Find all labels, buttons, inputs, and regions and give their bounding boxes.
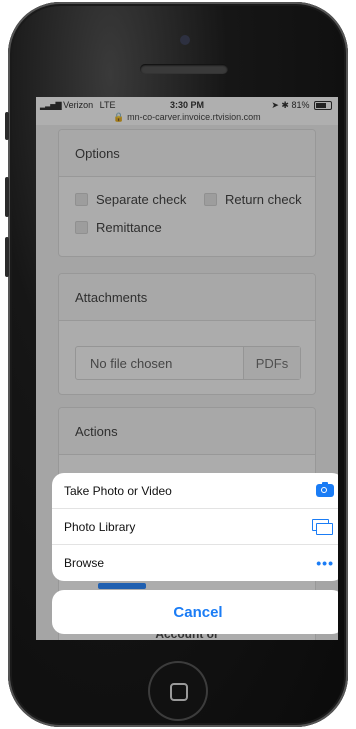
photo-library-option[interactable]: Photo Library <box>52 509 338 545</box>
volume-down-button <box>5 237 9 277</box>
phone-frame: ▂▃▅▇ Verizon LTE 3:30 PM ➤ ✱ 81% 🔒 mn-co… <box>5 2 348 727</box>
camera-icon <box>316 482 334 497</box>
cancel-button[interactable]: Cancel <box>52 590 338 634</box>
photo-library-label: Photo Library <box>64 519 136 534</box>
blue-button-peek <box>98 583 146 589</box>
browse-option[interactable]: Browse ••• <box>52 545 338 581</box>
home-button[interactable] <box>148 661 208 721</box>
photo-library-icon <box>312 518 334 535</box>
browse-label: Browse <box>64 556 105 570</box>
front-camera <box>180 35 190 45</box>
take-photo-label: Take Photo or Video <box>64 483 172 498</box>
action-sheet: Take Photo or Video Photo Library Browse… <box>52 473 338 581</box>
more-icon: ••• <box>316 555 334 571</box>
take-photo-option[interactable]: Take Photo or Video <box>52 473 338 509</box>
home-square-icon <box>170 683 188 701</box>
earpiece-speaker <box>140 64 228 74</box>
screen: ▂▃▅▇ Verizon LTE 3:30 PM ➤ ✱ 81% 🔒 mn-co… <box>36 97 338 640</box>
mute-switch <box>5 112 9 140</box>
volume-up-button <box>5 177 9 217</box>
